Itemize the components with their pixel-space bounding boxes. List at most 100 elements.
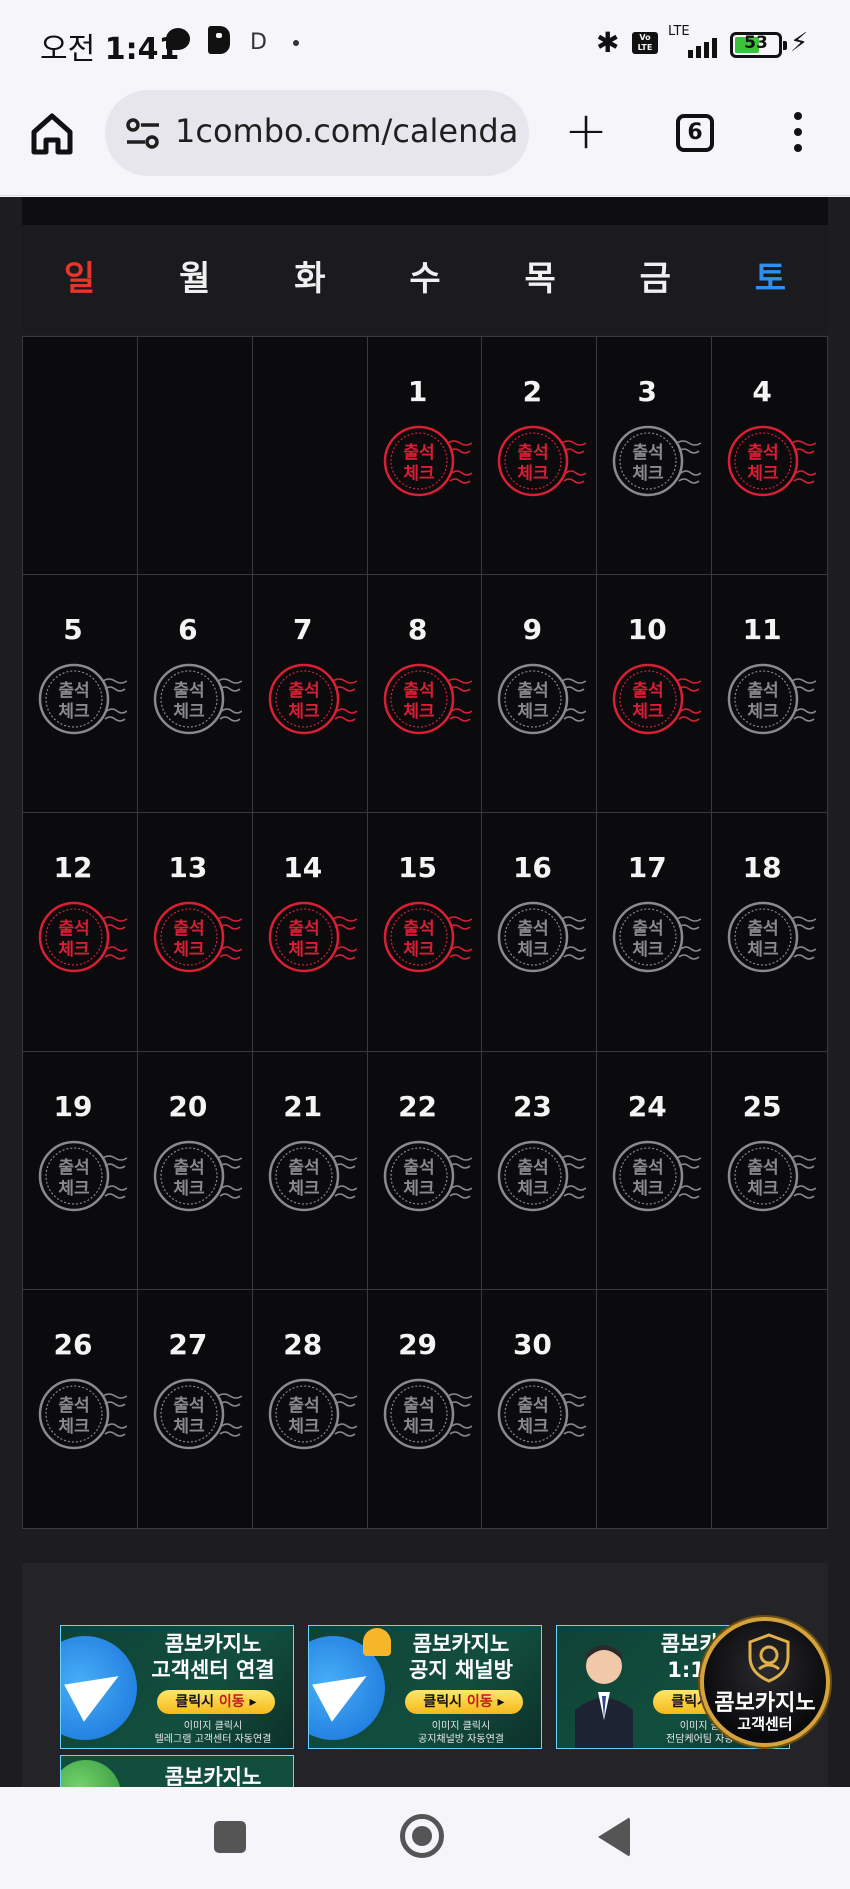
banner-customer-center[interactable]: 콤보카지노 고객센터 연결 클릭시 이동 ▸ 이미지 클릭시 텔레그램 고객센터…	[60, 1625, 294, 1749]
stamp-text: 체크	[58, 702, 90, 722]
banner-note: 이미지 클릭시	[431, 1721, 491, 1732]
calendar-day-cell[interactable]: 18 출석 체크	[712, 813, 827, 1052]
calendar-empty-cell	[23, 337, 138, 576]
day-number: 5	[63, 613, 83, 647]
calendar-day-cell[interactable]: 15 출석 체크	[367, 813, 483, 1052]
attendance-stamp-icon: 출석체크	[613, 1140, 702, 1211]
stamp-text: 체크	[173, 940, 205, 960]
d-notification-icon: D	[250, 30, 267, 55]
attendance-stamp-icon: 출석체크	[153, 663, 242, 735]
day-number: 22	[398, 1089, 438, 1123]
calendar-day-cell[interactable]: 21 출석 체크	[252, 1051, 368, 1290]
calendar-day-cell[interactable]: 7 출석 체크	[252, 575, 368, 814]
calendar-day-cell[interactable]: 22 출석 체크	[367, 1051, 483, 1290]
banner-title: 콤보카지노	[164, 1632, 262, 1656]
calendar-day-cell[interactable]: 28 출석 체크	[253, 1289, 368, 1528]
calendar-day-cell[interactable]: 3 출석 체크	[597, 337, 713, 576]
stamp-text: 출석	[748, 443, 779, 463]
stamp-text: 체크	[288, 702, 320, 722]
day-number: 21	[283, 1089, 323, 1123]
calendar-day-cell[interactable]: 9 출석 체크	[482, 575, 598, 814]
calendar-day-cell[interactable]: 6 출석 체크	[137, 575, 253, 814]
signal-bar	[696, 46, 701, 58]
calendar-day-cell[interactable]: 24 출석 체크	[597, 1051, 713, 1290]
attendance-stamp-icon: 출석체크	[613, 902, 702, 973]
day-number: 16	[512, 851, 552, 885]
calendar-empty-cell	[137, 337, 253, 576]
day-number: 20	[168, 1089, 208, 1123]
calendar-day-cell[interactable]: 12 출석 체크	[23, 813, 138, 1052]
stamp-text: 출석	[403, 919, 434, 939]
more-menu-icon[interactable]	[788, 112, 808, 156]
address-bar[interactable]: 1combo.com/calenda	[105, 90, 529, 176]
calendar-empty-cell	[712, 1290, 827, 1528]
stamp-text: 출석	[173, 1158, 204, 1178]
banner-note: 텔레그램 고객센터 자동연결	[154, 1734, 272, 1745]
stamp-text: 출석	[748, 1158, 779, 1178]
stamp-text: 체크	[518, 464, 550, 484]
calendar-day-cell[interactable]: 19 출석 체크	[23, 1051, 138, 1290]
time-prefix: 오전	[40, 32, 96, 67]
stamp-text: 체크	[288, 1179, 320, 1199]
system-home-button[interactable]	[400, 1814, 444, 1858]
bluetooth-icon: ✱	[596, 26, 620, 59]
customer-center-fab[interactable]: 콤보카지노 고객센터	[700, 1617, 830, 1747]
stamp-text: 체크	[403, 702, 435, 722]
back-button[interactable]	[598, 1817, 630, 1857]
calendar-day-cell[interactable]: 17 출석 체크	[597, 813, 713, 1052]
calendar-day-cell[interactable]: 13 출석 체크	[137, 813, 253, 1052]
weekday-label: 금	[639, 259, 671, 299]
calendar-day-cell[interactable]: 16 출석 체크	[482, 813, 598, 1052]
calendar-day-cell[interactable]: 30 출석 체크	[482, 1289, 598, 1528]
weekday-label: 수	[409, 259, 441, 299]
banner-click-button[interactable]: 클릭시 이동 ▸	[405, 1690, 523, 1714]
day-number: 24	[627, 1089, 667, 1123]
battery-icon: 53	[730, 32, 787, 58]
day-number: 26	[53, 1327, 93, 1361]
recent-apps-button[interactable]	[214, 1821, 246, 1853]
stamp-text: 출석	[403, 443, 434, 463]
calendar-day-cell[interactable]: 25 출석 체크	[712, 1052, 827, 1290]
calendar-day-cell[interactable]: 27 출석 체크	[138, 1289, 253, 1528]
banner-click-button[interactable]: 클릭시 이동 ▸	[157, 1690, 275, 1714]
stamp-text: 출석	[403, 681, 434, 701]
calendar-day-cell[interactable]: 4 출석 체크	[712, 337, 827, 576]
new-tab-button[interactable]: +	[564, 105, 608, 160]
attendance-stamp-icon: 출석체크	[268, 1140, 357, 1211]
signal-bar	[712, 38, 717, 58]
attendance-stamp-icon: 출석체크	[727, 1140, 817, 1211]
calendar-day-cell[interactable]: 2 출석 체크	[482, 337, 598, 576]
calendar-day-cell[interactable]: 10 출석 체크	[597, 575, 713, 814]
system-navigation-bar	[0, 1787, 850, 1889]
calendar-day-cell[interactable]: 23 출석 체크	[482, 1051, 598, 1290]
weekday-label: 토	[754, 259, 787, 299]
banner-notice-channel[interactable]: 콤보카지노 공지 채널방 클릭시 이동 ▸ 이미지 클릭시 공지채널방 자동연결	[308, 1625, 542, 1749]
home-button[interactable]	[28, 110, 76, 158]
calendar-day-cell[interactable]: 20 출석 체크	[137, 1051, 253, 1290]
calendar-day-cell[interactable]: 11 출석 체크	[712, 575, 827, 814]
calendar-day-cell[interactable]: 8 출석 체크	[367, 575, 483, 814]
battery-level: 53	[744, 33, 768, 53]
calendar-empty-cell	[597, 1289, 713, 1528]
stamp-text: 체크	[58, 1417, 90, 1437]
attendance-stamp-icon: 출석체크	[727, 902, 817, 973]
stamp-text: 체크	[633, 1179, 665, 1199]
attendance-stamp-icon: 출석체크	[268, 1378, 357, 1450]
site-settings-icon[interactable]	[123, 114, 163, 154]
banner-partial[interactable]: 콤보카지노	[60, 1755, 294, 1787]
stamp-text: 체크	[288, 940, 320, 960]
stamp-text: 체크	[173, 1417, 205, 1437]
weekday-header: 일월화수목금토	[22, 225, 828, 333]
stamp-text: 체크	[748, 1179, 780, 1199]
calendar-day-cell[interactable]: 1 출석 체크	[367, 337, 483, 576]
stamp-text: 출석	[58, 919, 89, 939]
stamp-text: 출석	[518, 1158, 549, 1178]
calendar-day-cell[interactable]: 14 출석 체크	[252, 813, 368, 1052]
tab-switcher-button[interactable]: 6	[676, 114, 714, 152]
calendar-day-cell[interactable]: 5 출석 체크	[23, 575, 138, 814]
day-number: 29	[398, 1327, 438, 1361]
calendar-day-cell[interactable]: 26 출석 체크	[23, 1289, 138, 1528]
day-number: 17	[627, 851, 667, 885]
calendar-day-cell[interactable]: 29 출석 체크	[368, 1289, 483, 1528]
stamp-text: 출석	[173, 1396, 204, 1416]
